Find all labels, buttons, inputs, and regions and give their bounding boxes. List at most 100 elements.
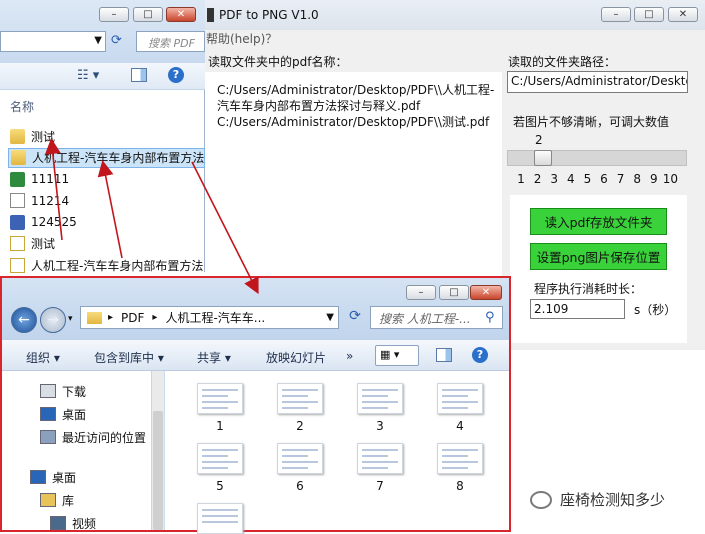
nav-scrollbar[interactable] (151, 371, 164, 530)
file-list-item[interactable]: 测试 (10, 126, 55, 146)
file-list-item[interactable]: 124525 (10, 212, 77, 232)
slider-tick-label: 10 (662, 172, 679, 186)
foreground-explorer-window: – □ ✕ ← → ▾ ▸ PDF ▸ 人机工程-汽车车... ▼ ⟳ 搜索 人… (0, 276, 511, 534)
help-icon[interactable]: ? (472, 347, 488, 363)
column-header-name[interactable]: 名称 (10, 98, 34, 115)
nav-item[interactable]: 库 (40, 490, 74, 510)
watermark: 座椅检测知多少 (530, 489, 665, 510)
slideshow-button[interactable]: 放映幻灯片 (266, 349, 326, 366)
excel-file-icon (10, 171, 25, 187)
back-arrow-icon[interactable]: ← (11, 307, 37, 333)
nav-item[interactable]: 最近访问的位置 (40, 427, 146, 447)
breadcrumb-pdf[interactable]: PDF (121, 311, 144, 325)
desktop-icon (30, 470, 46, 484)
app-maximize-button[interactable]: □ (634, 7, 664, 22)
recent-pages-chevron-icon[interactable]: ▾ (68, 314, 73, 324)
nav-item[interactable]: 下载 (40, 381, 86, 401)
set-png-save-location-button[interactable]: 设置png图片保存位置 (530, 243, 667, 270)
wechat-logo-icon (530, 490, 552, 509)
nav-item[interactable]: 桌面 (30, 467, 76, 487)
file-name: 人机工程-汽车车身内部布置方法 (32, 151, 205, 165)
pdf-file-icon (10, 257, 25, 273)
pdf-page-thumbnail[interactable] (197, 503, 243, 534)
chevron-down-icon[interactable]: ▼ (326, 312, 334, 323)
thumbnail-label: 7 (376, 479, 384, 493)
pdf-page-thumbnail[interactable] (277, 383, 323, 414)
refresh-icon[interactable]: ⟳ (344, 308, 366, 328)
fg-maximize-button[interactable]: □ (439, 285, 469, 300)
thumbnail-label: 6 (296, 479, 304, 493)
slider-tick-label: 5 (583, 172, 592, 186)
slider-tick-label: 3 (550, 172, 558, 186)
fg-search-input[interactable]: 搜索 人机工程-... (370, 306, 503, 329)
file-list-item[interactable]: 测试 (10, 234, 55, 254)
fg-toolbar: 组织 ▾ 包含到库中 ▾ 共享 ▾ 放映幻灯片 » ▦ ▾ ? (2, 340, 509, 371)
share-menu[interactable]: 共享 ▾ (197, 349, 231, 366)
pdf-page-thumbnail[interactable] (437, 443, 483, 474)
organize-menu[interactable]: 组织 ▾ (26, 349, 60, 366)
thumbnail-label: 2 (296, 419, 304, 433)
fg-minimize-button[interactable]: – (406, 285, 436, 300)
breadcrumb-current[interactable]: 人机工程-汽车车... (165, 309, 265, 326)
app-close-button[interactable]: ✕ (668, 7, 698, 22)
preview-pane-icon[interactable] (436, 348, 452, 362)
clarity-slider[interactable] (507, 150, 687, 166)
file-name: 124525 (31, 215, 77, 229)
pdf-page-thumbnail[interactable] (197, 443, 243, 474)
thumbnail-label: 1 (216, 419, 224, 433)
help-icon[interactable]: ? (168, 67, 184, 83)
minimize-button[interactable]: – (99, 7, 129, 22)
file-list-item[interactable]: 11214 (10, 191, 69, 211)
clarity-hint: 若图片不够清晰，可调大数值 (513, 115, 670, 129)
video-icon (50, 516, 66, 530)
search-icon[interactable]: ⚲ (485, 310, 495, 325)
navigation-pane: 下载 桌面 最近访问的位置 桌面库视频 (2, 371, 164, 533)
app-icon (207, 8, 214, 22)
recent-places-icon (40, 430, 56, 444)
maximize-button[interactable]: □ (133, 7, 163, 22)
pdf-page-thumbnail[interactable] (357, 383, 403, 414)
bg-search-input[interactable]: 搜索 PDF (136, 31, 205, 52)
menu-help[interactable]: 帮助(help)？ (205, 30, 277, 47)
app-minimize-button[interactable]: – (601, 7, 631, 22)
app-title: PDF to PNG V1.0 (219, 8, 319, 22)
fg-address-bar[interactable]: ▸ PDF ▸ 人机工程-汽车车... ▼ (80, 306, 339, 329)
nav-item-label: 下载 (62, 384, 87, 399)
nav-item[interactable]: 桌面 (40, 404, 86, 424)
scrollbar-thumb[interactable] (153, 411, 163, 530)
file-list-item[interactable]: 人机工程-汽车车身内部布置方法 (8, 147, 205, 168)
bg-address-bar[interactable]: ▼ (0, 31, 106, 52)
view-thumbnails-icon[interactable]: ▦ ▾ (375, 345, 419, 366)
share-label: 共享 (197, 351, 222, 365)
file-list-item[interactable]: 11111 (10, 169, 69, 189)
fg-close-button[interactable]: ✕ (470, 285, 502, 300)
slider-thumb[interactable] (534, 150, 552, 166)
include-in-library-menu[interactable]: 包含到库中 ▾ (94, 349, 164, 366)
breadcrumb-separator-icon: ▸ (152, 312, 158, 323)
nav-item[interactable]: 视频 (50, 513, 96, 533)
more-commands-button[interactable]: » (346, 349, 353, 363)
thumbnail-label: 3 (376, 419, 384, 433)
folder-path-input[interactable]: C:/Users/Administrator/Desktop (507, 71, 688, 93)
pdf-page-thumbnail[interactable] (437, 383, 483, 414)
forward-arrow-icon[interactable]: → (40, 307, 66, 333)
nav-item-label: 桌面 (62, 407, 87, 422)
refresh-icon[interactable]: ⟳ (111, 33, 122, 48)
bg-toolbar: ☷ ▾ ? (0, 63, 205, 90)
time-unit: s（秒） (634, 303, 677, 317)
pdf-line: C:/Users/Administrator/Desktop/PDF\\测试.p… (217, 115, 490, 129)
watermark-text: 座椅检测知多少 (560, 491, 666, 509)
pdf-page-thumbnail[interactable] (197, 383, 243, 414)
chevron-down-icon[interactable]: ▼ (94, 35, 102, 46)
pdf-page-thumbnail[interactable] (357, 443, 403, 474)
close-button[interactable]: ✕ (166, 7, 196, 22)
time-value-field[interactable]: 2.109 (530, 299, 625, 319)
read-pdf-folder-button[interactable]: 读入pdf存放文件夹 (530, 208, 667, 235)
pdf-page-thumbnail[interactable] (277, 443, 323, 474)
label-folder-path: 读取的文件夹路径： (508, 55, 617, 69)
preview-pane-icon[interactable] (131, 68, 147, 82)
document-icon (10, 193, 25, 208)
slider-tick-label: 9 (649, 172, 658, 186)
view-list-icon[interactable]: ☷ ▾ (77, 68, 99, 83)
file-list-item[interactable]: 人机工程-汽车车身内部布置方法 (10, 255, 203, 275)
